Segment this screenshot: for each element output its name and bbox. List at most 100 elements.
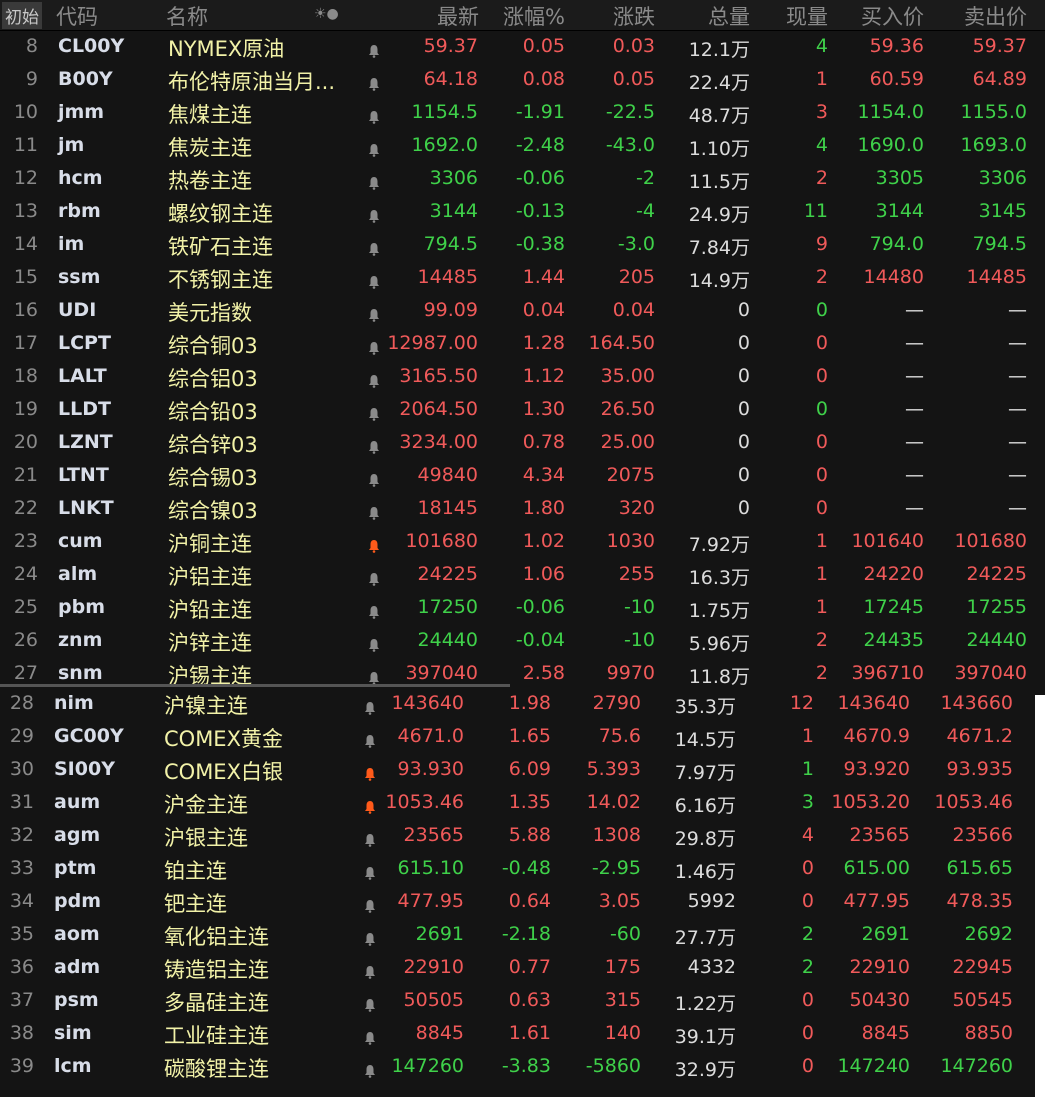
col-bid[interactable]: 买入价 <box>861 1 924 31</box>
col-chg[interactable]: 涨跌 <box>613 1 655 31</box>
col-last[interactable]: 最新 <box>437 1 479 31</box>
table-row[interactable]: 32 agm 沪银主连 23565 5.88 1308 29.8万 4 23565 23566 <box>0 820 1035 853</box>
col-cur[interactable]: 现量 <box>786 1 828 31</box>
row-number: 17 <box>13 332 38 354</box>
table-row[interactable]: 12 hcm 热卷主连 3306 -0.06 -2 11.5万 2 3305 3306 <box>0 163 1045 196</box>
alert-bell-icon[interactable] <box>363 1028 377 1045</box>
symbol-code: ssm <box>58 266 101 288</box>
alert-bell-icon[interactable] <box>367 173 381 190</box>
alert-bell-icon[interactable] <box>367 371 381 388</box>
alert-bell-icon[interactable] <box>367 536 381 553</box>
table-row[interactable]: 17 LCPT 综合铜03 12987.00 1.28 164.50 0 0 — — <box>0 328 1045 361</box>
table-row[interactable]: 29 GC00Y COMEX黄金 4671.0 1.65 75.6 14.5万 1 4670.9… <box>0 721 1035 754</box>
alert-bell-icon[interactable] <box>363 1061 377 1078</box>
table-row[interactable]: 10 jmm 焦煤主连 1154.5 -1.91 -22.5 48.7万 3 1154.0 115… <box>0 97 1045 130</box>
table-row[interactable]: 14 im 铁矿石主连 794.5 -0.38 -3.0 7.84万 9 794.0 794.5 <box>0 229 1045 262</box>
col-name[interactable]: 名称 <box>166 1 208 31</box>
symbol-name: 综合铝03 <box>168 367 258 391</box>
table-row[interactable]: 38 sim 工业硅主连 8845 1.61 140 39.1万 0 8845 8850 <box>0 1018 1035 1051</box>
last-price: 397040 <box>405 662 478 684</box>
row-number: 23 <box>13 530 38 552</box>
symbol-name: 综合锌03 <box>168 433 258 457</box>
table-row[interactable]: 16 UDI 美元指数 99.09 0.04 0.04 0 0 — — <box>0 295 1045 328</box>
alert-bell-icon[interactable] <box>367 74 381 91</box>
alert-bell-icon[interactable] <box>367 470 381 487</box>
change-percent: 1.98 <box>508 692 551 714</box>
alert-bell-icon[interactable] <box>363 764 377 781</box>
total-volume: 1.75万 <box>688 600 750 622</box>
symbol-name: 碳酸锂主连 <box>164 1057 269 1081</box>
alert-bell-icon[interactable] <box>367 668 381 685</box>
symbol-code: sim <box>54 1022 92 1044</box>
alert-bell-icon[interactable] <box>367 239 381 256</box>
table-row[interactable]: 36 adm 铸造铝主连 22910 0.77 175 4332 2 22910 22945 <box>0 952 1035 985</box>
table-row[interactable]: 25 pbm 沪铅主连 17250 -0.06 -10 1.75万 1 17245 17255 <box>0 592 1045 625</box>
ask-price: 59.37 <box>972 35 1027 57</box>
current-volume: 1 <box>801 758 814 780</box>
table-row[interactable]: 20 LZNT 综合锌03 3234.00 0.78 25.00 0 0 — — <box>0 427 1045 460</box>
alert-bell-icon[interactable] <box>367 437 381 454</box>
table-row[interactable]: 39 lcm 碳酸锂主连 147260 -3.83 -5860 32.9万 0 147240 14… <box>0 1051 1035 1084</box>
table-row[interactable]: 33 ptm 铂主连 615.10 -0.48 -2.95 1.46万 0 615.00 615.… <box>0 853 1035 886</box>
symbol-code: LZNT <box>58 431 113 453</box>
table-row[interactable]: 21 LTNT 综合锡03 49840 4.34 2075 0 0 — — <box>0 460 1045 493</box>
alert-bell-icon[interactable] <box>367 41 381 58</box>
scrollbar[interactable] <box>0 684 510 687</box>
change-percent: 0.77 <box>508 956 551 978</box>
alert-bell-icon[interactable] <box>367 140 381 157</box>
symbol-code: hcm <box>58 167 103 189</box>
ask-price: 23566 <box>952 824 1013 846</box>
alert-bell-icon[interactable] <box>367 338 381 355</box>
alert-bell-icon[interactable] <box>367 569 381 586</box>
alert-bell-icon[interactable] <box>363 863 377 880</box>
col-vol[interactable]: 总量 <box>708 1 750 31</box>
col-pct[interactable]: 涨幅% <box>503 1 565 31</box>
alert-bell-icon[interactable] <box>367 206 381 223</box>
table-row[interactable]: 28 nim 沪镍主连 143640 1.98 2790 35.3万 12 143640 1436… <box>0 688 1035 721</box>
change-amount: 1308 <box>592 824 641 846</box>
table-row[interactable]: 26 znm 沪锌主连 24440 -0.04 -10 5.96万 2 24435 24440 <box>0 625 1045 658</box>
alert-bell-icon[interactable] <box>363 698 377 715</box>
table-row[interactable]: 37 psm 多晶硅主连 50505 0.63 315 1.22万 0 50430 50545 <box>0 985 1035 1018</box>
table-row[interactable]: 8 CL00Y NYMEX原油 59.37 0.05 0.03 12.1万 4 59.36 59.… <box>0 31 1045 64</box>
alert-bell-icon[interactable] <box>363 995 377 1012</box>
table-row[interactable]: 34 pdm 钯主连 477.95 0.64 3.05 5992 0 477.95 478.35 <box>0 886 1035 919</box>
alert-bell-icon[interactable] <box>363 962 377 979</box>
alert-bell-icon[interactable] <box>363 929 377 946</box>
alert-bell-icon[interactable] <box>363 731 377 748</box>
col-ask[interactable]: 卖出价 <box>964 1 1027 31</box>
alert-bell-icon[interactable] <box>367 272 381 289</box>
current-volume: 0 <box>815 497 828 519</box>
total-volume: 0 <box>737 299 750 321</box>
alert-bell-icon[interactable] <box>367 404 381 421</box>
last-price: 93.930 <box>397 758 464 780</box>
table-row[interactable]: 30 SI00Y COMEX白银 93.930 6.09 5.393 7.97万 1 93.92… <box>0 754 1035 787</box>
table-row[interactable]: 24 alm 沪铝主连 24225 1.06 255 16.3万 1 24220 24225 <box>0 559 1045 592</box>
reset-sort-button[interactable]: 初始 <box>2 2 42 29</box>
total-volume: 0 <box>737 431 750 453</box>
alert-bell-icon[interactable] <box>367 635 381 652</box>
table-row[interactable]: 22 LNKT 综合镍03 18145 1.80 320 0 0 — — <box>0 493 1045 526</box>
alert-bell-icon[interactable] <box>367 305 381 322</box>
alert-bell-icon[interactable] <box>367 602 381 619</box>
change-percent: 1.28 <box>522 332 565 354</box>
table-row[interactable]: 19 LLDT 综合铅03 2064.50 1.30 26.50 0 0 — — <box>0 394 1045 427</box>
table-row[interactable]: 9 B00Y 布伦特原油当月... 64.18 0.08 0.05 22.4万 1 60.59 6… <box>0 64 1045 97</box>
change-amount: 140 <box>604 1022 641 1044</box>
alert-bell-icon[interactable] <box>367 107 381 124</box>
table-row[interactable]: 31 aum 沪金主连 1053.46 1.35 14.02 6.16万 3 1053.20 10… <box>0 787 1035 820</box>
table-row[interactable]: 13 rbm 螺纹钢主连 3144 -0.13 -4 24.9万 11 3144 3145 <box>0 196 1045 229</box>
table-row[interactable]: 11 jm 焦炭主连 1692.0 -2.48 -43.0 1.10万 4 1690.0 1693… <box>0 130 1045 163</box>
table-row[interactable]: 23 cum 沪铜主连 101680 1.02 1030 7.92万 1 101640 10168… <box>0 526 1045 559</box>
col-code[interactable]: 代码 <box>56 1 98 31</box>
alert-bell-icon[interactable] <box>363 896 377 913</box>
alert-bell-icon[interactable] <box>363 797 377 814</box>
table-row[interactable]: 15 ssm 不锈钢主连 14485 1.44 205 14.9万 2 14480 14485 <box>0 262 1045 295</box>
table-row[interactable]: 18 LALT 综合铝03 3165.50 1.12 35.00 0 0 — — <box>0 361 1045 394</box>
alert-bell-icon[interactable] <box>367 503 381 520</box>
total-volume: 6.16万 <box>674 795 736 817</box>
total-volume: 14.5万 <box>674 729 736 751</box>
alert-bell-icon[interactable] <box>363 830 377 847</box>
sun-dot-icon[interactable]: ☀● <box>314 6 339 22</box>
table-row[interactable]: 35 aom 氧化铝主连 2691 -2.18 -60 27.7万 2 2691 2692 <box>0 919 1035 952</box>
